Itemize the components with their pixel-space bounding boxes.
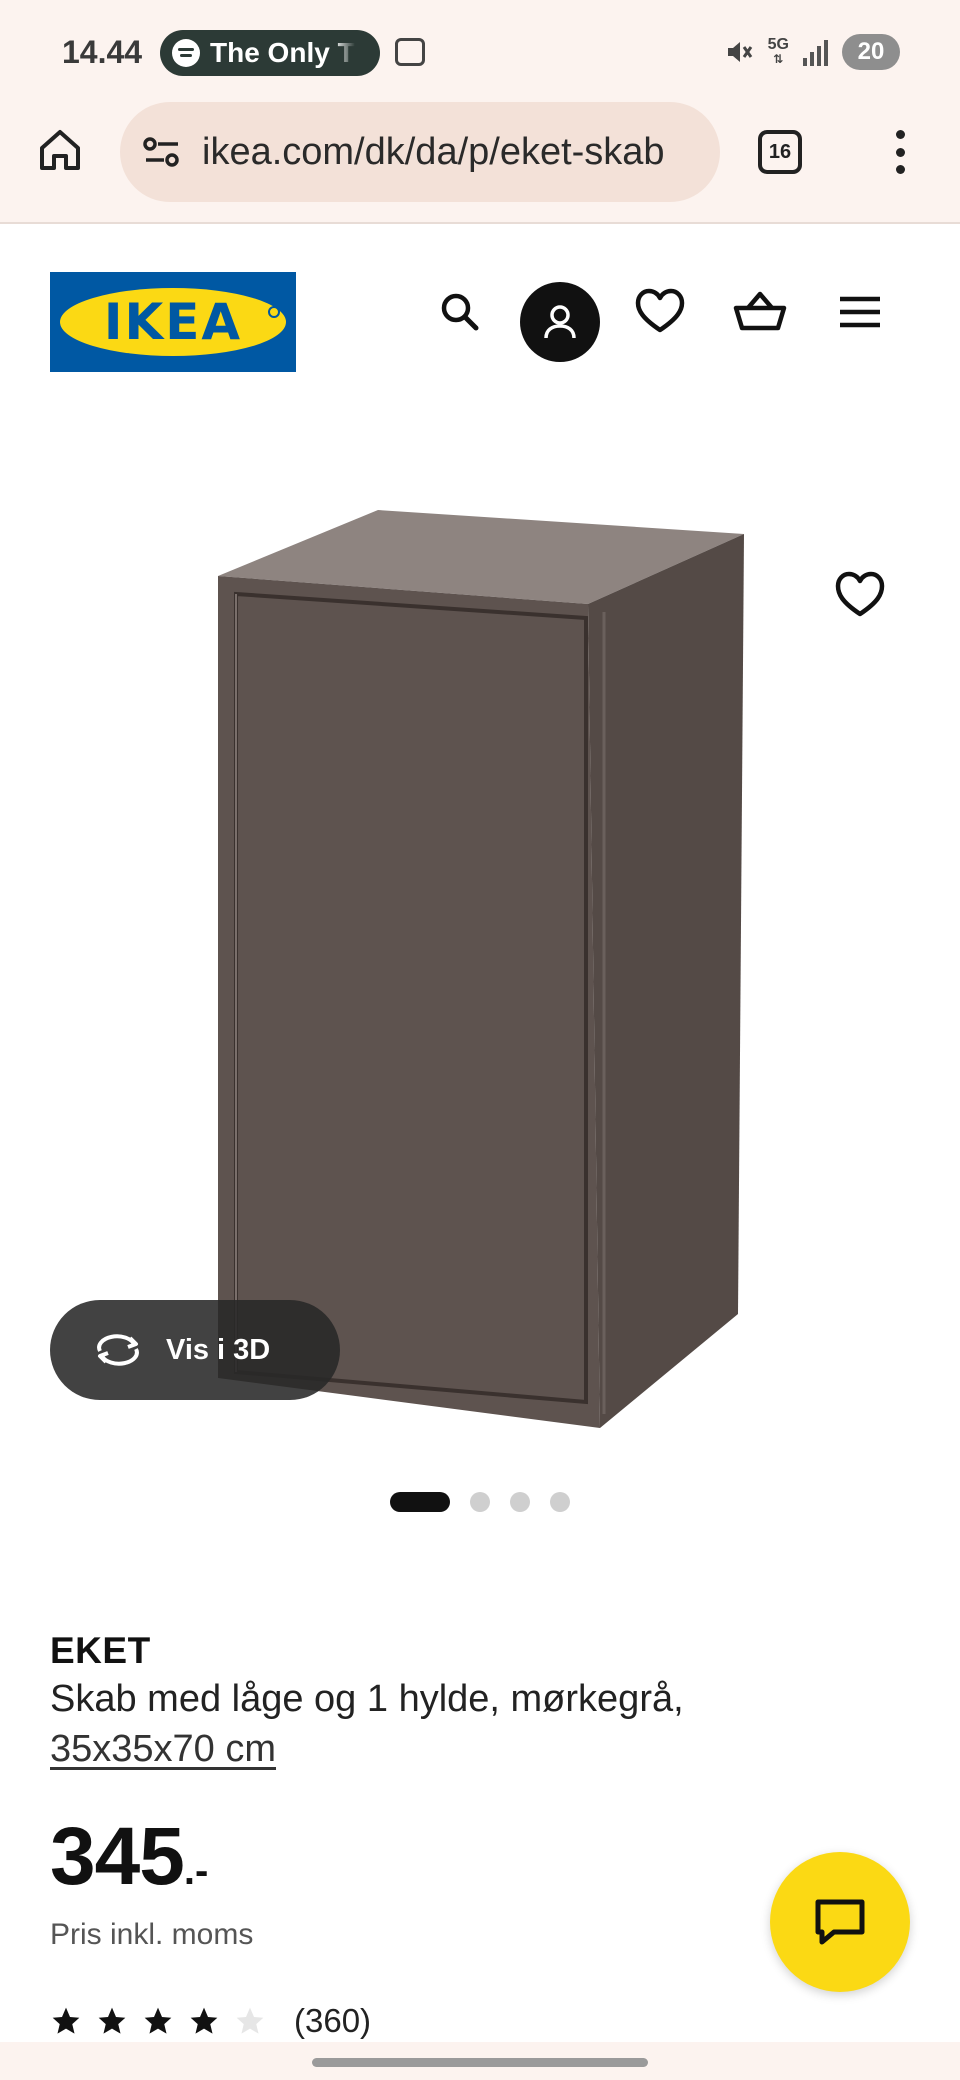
product-description: Skab med låge og 1 hylde, mørkegrå,	[50, 1678, 684, 1720]
data-arrows-icon: ⇅	[773, 52, 784, 66]
carousel-dot-1[interactable]	[390, 1492, 450, 1512]
url-text: ikea.com/dk/da/p/eket-skab	[202, 130, 665, 173]
review-count: (360)	[294, 2002, 372, 2039]
rotate-3d-icon	[97, 1334, 139, 1366]
site-settings-icon[interactable]	[140, 130, 184, 174]
home-icon[interactable]	[36, 126, 84, 174]
price-suffix: .-	[183, 1849, 209, 1893]
media-playback-pill[interactable]: The Only T	[160, 30, 380, 76]
status-indicators: 5G ⇅ 20	[724, 34, 900, 70]
carousel-indicator	[0, 1486, 960, 1516]
add-to-favorites-icon[interactable]	[830, 564, 890, 624]
spotify-icon	[172, 39, 200, 67]
tab-switcher-button[interactable]: 16	[758, 130, 802, 174]
carousel-dot-3[interactable]	[510, 1492, 530, 1512]
product-size-link[interactable]: 35x35x70 cm	[50, 1724, 276, 1774]
basket-icon[interactable]	[730, 282, 790, 342]
battery-indicator: 20	[842, 34, 900, 70]
star-filled-icon	[190, 2007, 218, 2034]
status-bar: 14.44 The Only T 5G ⇅ 20	[0, 0, 960, 100]
screen-record-icon	[395, 38, 425, 66]
network-label: 5G	[767, 36, 789, 53]
star-filled-icon	[98, 2007, 126, 2034]
logo-text: IKEA	[103, 293, 243, 351]
system-navigation-bar	[0, 2042, 960, 2080]
user-account-button[interactable]	[520, 282, 600, 362]
screen: 14.44 The Only T 5G ⇅ 20 ikea.com/dk/da/…	[0, 0, 960, 2080]
gesture-handle[interactable]	[312, 2058, 648, 2067]
signal-icon	[803, 38, 828, 66]
user-icon	[544, 305, 576, 339]
product-image	[218, 510, 744, 1428]
star-filled-icon	[144, 2007, 172, 2034]
view-in-3d-button[interactable]: Vis i 3D	[50, 1300, 340, 1400]
price-vat-note: Pris inkl. moms	[50, 1918, 254, 1951]
address-bar[interactable]: ikea.com/dk/da/p/eket-skab	[120, 102, 720, 202]
hamburger-menu-icon[interactable]	[830, 282, 890, 342]
product-image-gallery[interactable]: Vis i 3D	[0, 404, 960, 1512]
mute-icon	[727, 42, 752, 62]
carousel-dot-4[interactable]	[550, 1492, 570, 1512]
carousel-dot-2[interactable]	[470, 1492, 490, 1512]
media-pill-text: The Only T	[210, 37, 355, 68]
product-info: EKET Skab med låge og 1 hylde, mørkegrå,…	[50, 1630, 910, 1774]
chat-button[interactable]	[770, 1852, 910, 1992]
search-icon[interactable]	[430, 282, 490, 342]
browser-menu-icon[interactable]	[880, 128, 920, 176]
status-time: 14.44	[62, 34, 143, 70]
star-empty-icon	[236, 2007, 264, 2034]
heart-icon[interactable]	[630, 282, 690, 342]
view-in-3d-label: Vis i 3D	[166, 1333, 271, 1366]
product-rating[interactable]: (360)	[50, 2002, 371, 2040]
site-header: IKEA	[0, 224, 960, 404]
price-integer: 345	[50, 1811, 185, 1902]
product-name: EKET	[50, 1630, 151, 1671]
star-filled-icon	[52, 2007, 80, 2034]
chat-bubble-icon	[815, 1899, 865, 1945]
product-price: 345 .-	[50, 1810, 208, 1904]
network-type: 5G ⇅	[767, 36, 789, 67]
ikea-logo[interactable]: IKEA	[50, 272, 296, 372]
browser-toolbar: ikea.com/dk/da/p/eket-skab 16	[0, 100, 960, 224]
rating-stars	[50, 2005, 266, 2037]
